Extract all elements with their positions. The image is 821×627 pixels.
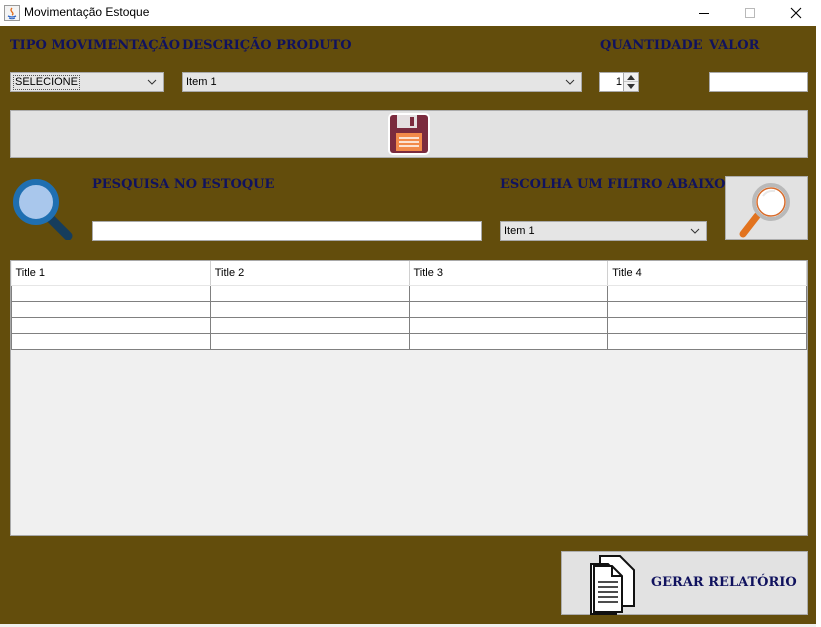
chevron-down-icon [690,228,700,234]
table-cell[interactable] [209,333,410,350]
window-title: Movimentação Estoque [24,5,150,19]
quantidade-spinner[interactable]: 1 [599,72,639,92]
tipo-movimentacao-select[interactable]: SELECIONE [10,72,164,92]
maximize-icon [745,8,755,18]
maximize-button[interactable] [727,0,773,26]
minimize-icon [699,13,709,14]
arrow-down-icon [627,84,635,89]
table-header-row: Title 1 Title 2 Title 3 Title 4 [11,261,807,286]
table-row[interactable] [11,301,807,318]
table-cell[interactable] [408,285,609,302]
pesquisa-input[interactable] [92,221,482,241]
magnifier-icon [739,183,790,238]
table-cell[interactable] [11,333,211,350]
table-row[interactable] [11,317,807,334]
chevron-down-icon [565,79,575,85]
table-cell[interactable] [209,301,410,318]
spinner-up-button[interactable] [624,73,638,82]
table-cell[interactable] [11,317,211,334]
table-row[interactable] [11,285,807,302]
spinner-down-button[interactable] [624,82,638,91]
valor-label: VALOR [709,38,760,53]
valor-input[interactable] [709,72,808,92]
tipo-movimentacao-value: SELECIONE [13,75,80,90]
search-icon [13,179,73,241]
save-button[interactable] [10,110,808,158]
app-window: Movimentação Estoque TIPO MOVIMENTAÇÃO D… [0,0,821,627]
table-row[interactable] [11,333,807,350]
table-cell[interactable] [607,301,807,318]
column-header[interactable]: Title 2 [210,261,410,286]
floppy-disk-icon [388,113,430,155]
chevron-down-icon [147,79,157,85]
table-cell[interactable] [209,285,410,302]
minimize-button[interactable] [681,0,727,26]
column-header[interactable]: Title 4 [607,261,807,286]
quantidade-value: 1 [615,76,622,88]
table-cell[interactable] [209,317,410,334]
table-cell[interactable] [11,285,211,302]
filtro-label: ESCOLHA UM FILTRO ABAIXO [500,177,726,192]
search-button[interactable] [725,176,808,240]
title-bar: Movimentação Estoque [0,0,821,26]
estoque-table[interactable]: Title 1 Title 2 Title 3 Title 4 [10,260,808,536]
table-cell[interactable] [408,301,609,318]
java-app-icon [4,5,20,21]
window-edge [816,26,821,627]
descricao-produto-value: Item 1 [186,76,217,88]
table-cell[interactable] [408,317,609,334]
filtro-value: Item 1 [504,225,535,237]
close-button[interactable] [773,0,819,26]
descricao-produto-label: DESCRIÇÃO PRODUTO [182,38,352,53]
descricao-produto-select[interactable]: Item 1 [182,72,582,92]
table-cell[interactable] [607,333,807,350]
spinner-buttons [623,73,638,91]
search-decoration [10,176,74,241]
table-cell[interactable] [408,333,609,350]
filtro-select[interactable]: Item 1 [500,221,707,241]
pesquisa-label: PESQUISA NO ESTOQUE [92,177,275,192]
gerar-relatorio-label: GERAR RELATÓRIO [651,575,797,590]
table-cell[interactable] [607,285,807,302]
document-icon [590,555,635,615]
column-header[interactable]: Title 3 [409,261,609,286]
quantidade-label: QUANTIDADE [600,38,703,53]
column-header[interactable]: Title 1 [11,261,211,286]
gerar-relatorio-button[interactable]: GERAR RELATÓRIO [561,551,808,615]
arrow-up-icon [627,74,635,80]
tipo-movimentacao-label: TIPO MOVIMENTAÇÃO [10,38,181,53]
close-icon [790,7,802,19]
table-cell[interactable] [607,317,807,334]
table-cell[interactable] [11,301,211,318]
